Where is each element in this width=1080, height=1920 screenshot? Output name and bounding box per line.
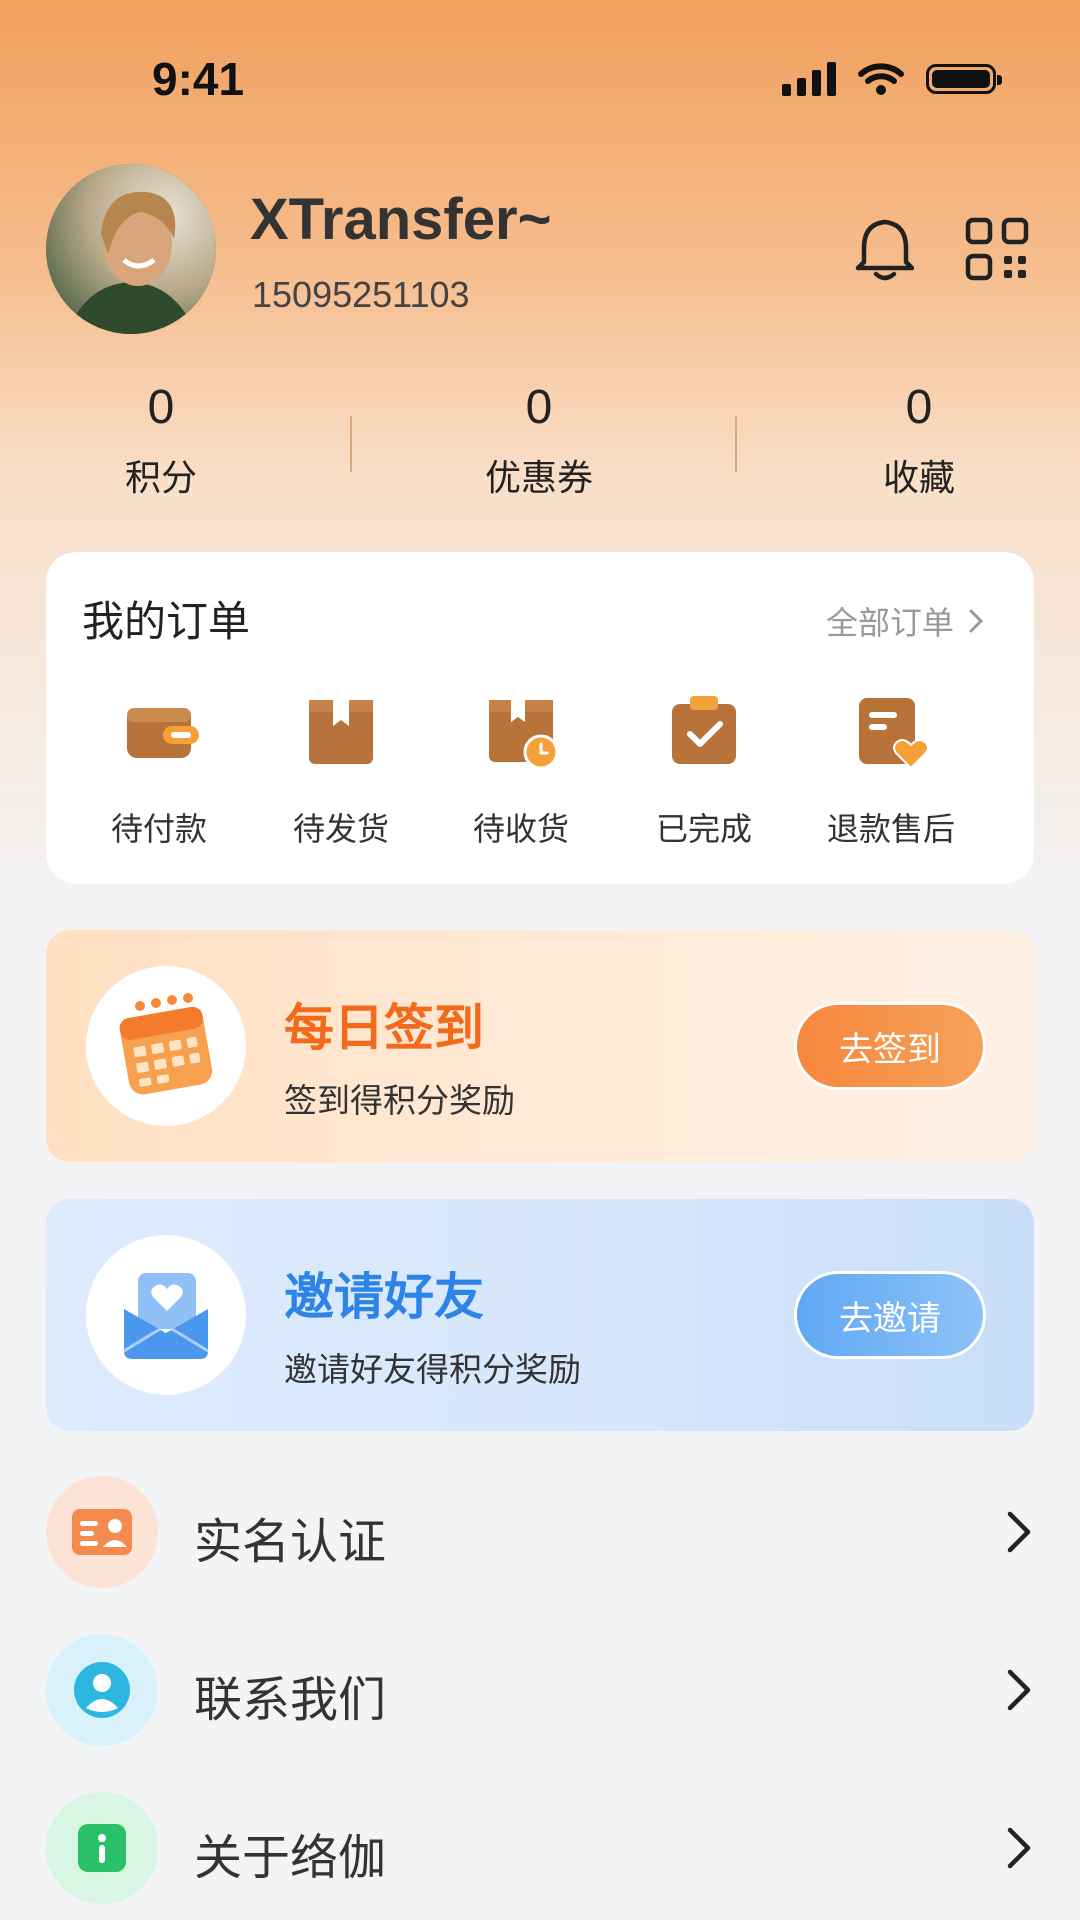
wallet-icon bbox=[127, 708, 199, 758]
invite-friends-card[interactable]: 邀请好友 邀请好友得积分奖励 去邀请 bbox=[46, 1199, 1034, 1431]
stat-points[interactable]: 0 积分 bbox=[31, 380, 291, 501]
chevron-right-icon bbox=[1007, 1511, 1031, 1553]
invite-title: 邀请好友 bbox=[284, 1268, 484, 1326]
stat-coupons[interactable]: 0 优惠券 bbox=[409, 380, 669, 501]
order-completed[interactable]: 已完成 bbox=[629, 692, 779, 850]
stat-divider bbox=[350, 416, 352, 472]
chevron-right-icon bbox=[969, 609, 984, 633]
box-clock-icon bbox=[489, 700, 559, 770]
invite-icon-circle bbox=[86, 1235, 246, 1395]
bell-icon[interactable] bbox=[850, 214, 920, 284]
id-card-icon bbox=[72, 1509, 132, 1555]
checkin-title: 每日签到 bbox=[284, 999, 484, 1057]
menu-item-contact-us[interactable]: 联系我们 bbox=[46, 1634, 1034, 1746]
order-pending-payment-label: 待付款 bbox=[110, 810, 207, 848]
qr-code-icon[interactable] bbox=[962, 214, 1032, 284]
order-pending-shipment-label: 待发货 bbox=[292, 810, 389, 848]
document-heart-icon bbox=[859, 698, 929, 770]
menu-item-real-name[interactable]: 实名认证 bbox=[46, 1476, 1034, 1588]
contact-icon-circle bbox=[46, 1634, 158, 1746]
checkin-button[interactable]: 去签到 bbox=[794, 1002, 986, 1090]
order-refund-label: 退款售后 bbox=[826, 810, 955, 848]
about-icon-circle bbox=[46, 1792, 158, 1904]
clipboard-check-icon bbox=[672, 696, 736, 764]
avatar[interactable] bbox=[46, 164, 216, 334]
status-icons bbox=[782, 62, 1002, 96]
menu-item-about[interactable]: 关于络伽 bbox=[46, 1792, 1034, 1904]
stat-favorites[interactable]: 0 收藏 bbox=[789, 380, 1049, 501]
all-orders-link[interactable]: 全部订单 bbox=[826, 598, 984, 644]
stat-coupons-label: 优惠券 bbox=[484, 458, 593, 499]
menu-label: 实名认证 bbox=[194, 1514, 387, 1570]
user-name: XTransfer~ bbox=[250, 187, 552, 252]
chevron-right-icon bbox=[1007, 1827, 1031, 1869]
stat-coupons-value: 0 bbox=[525, 381, 553, 434]
battery-icon bbox=[926, 64, 1002, 94]
calendar-icon bbox=[119, 993, 213, 1095]
stat-divider bbox=[735, 416, 737, 472]
orders-card: 我的订单 全部订单 待付款 待发货 待收货 已完成 退款售后 bbox=[46, 552, 1034, 884]
stat-favorites-value: 0 bbox=[905, 381, 933, 434]
invite-button[interactable]: 去邀请 bbox=[794, 1271, 986, 1359]
package-bookmark-icon bbox=[309, 700, 373, 764]
info-icon bbox=[78, 1824, 126, 1872]
order-pending-payment[interactable]: 待付款 bbox=[84, 692, 234, 850]
menu-label: 联系我们 bbox=[194, 1672, 387, 1728]
checkin-icon-circle bbox=[86, 966, 246, 1126]
order-pending-shipment[interactable]: 待发货 bbox=[266, 692, 416, 850]
order-completed-label: 已完成 bbox=[655, 810, 752, 848]
stat-points-label: 积分 bbox=[124, 458, 197, 499]
order-refund[interactable]: 退款售后 bbox=[816, 692, 966, 850]
order-pending-receipt[interactable]: 待收货 bbox=[446, 692, 596, 850]
wifi-icon bbox=[858, 63, 904, 95]
invite-subtitle: 邀请好友得积分奖励 bbox=[284, 1350, 581, 1389]
status-time: 9:41 bbox=[152, 53, 245, 105]
cellular-signal-icon bbox=[782, 62, 836, 96]
menu-label: 关于络伽 bbox=[194, 1830, 387, 1886]
orders-title: 我的订单 bbox=[82, 597, 251, 646]
order-pending-receipt-label: 待收货 bbox=[472, 810, 569, 848]
stat-favorites-label: 收藏 bbox=[882, 458, 955, 499]
id-card-icon-circle bbox=[46, 1476, 158, 1588]
all-orders-label: 全部订单 bbox=[825, 604, 954, 642]
user-contact-icon bbox=[74, 1662, 130, 1718]
chevron-right-icon bbox=[1007, 1669, 1031, 1711]
envelope-heart-icon bbox=[123, 1273, 209, 1359]
daily-checkin-card[interactable]: 每日签到 签到得积分奖励 去签到 bbox=[46, 930, 1034, 1162]
checkin-subtitle: 签到得积分奖励 bbox=[284, 1081, 515, 1120]
stat-points-value: 0 bbox=[147, 381, 175, 434]
user-phone: 15095251103 bbox=[252, 274, 470, 315]
